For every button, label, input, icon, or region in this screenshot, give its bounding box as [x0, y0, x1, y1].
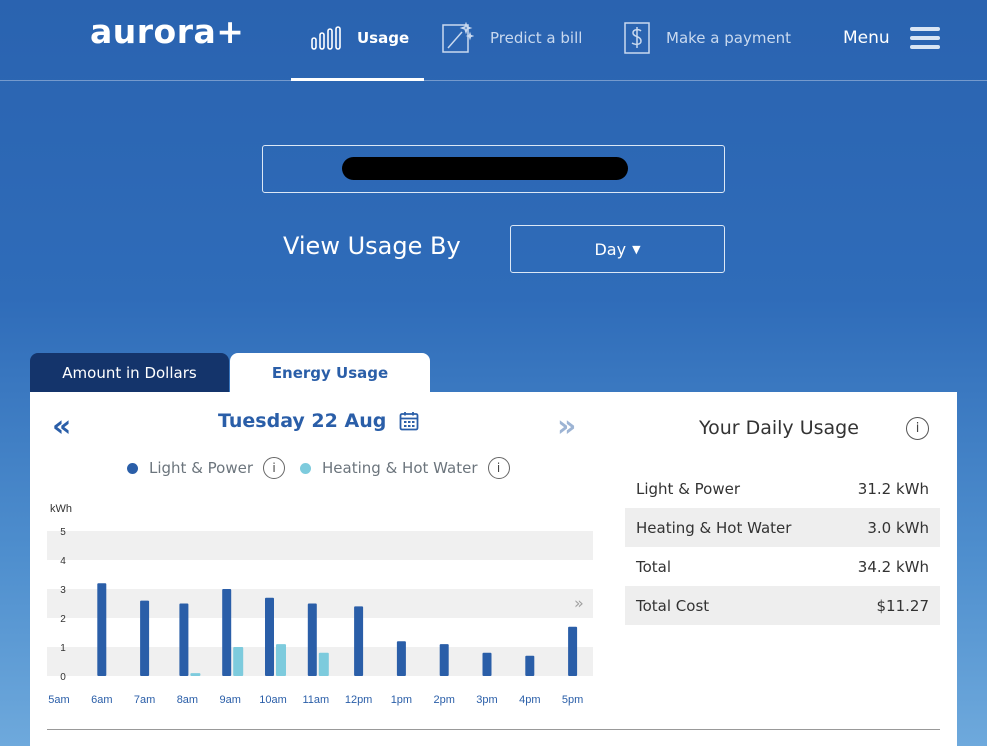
- bar-light-power: [97, 583, 107, 676]
- usage-row-light-power: Light & Power 31.2 kWh: [625, 469, 940, 508]
- period-select[interactable]: Day ▼: [510, 225, 725, 273]
- bar-light-power: [307, 603, 317, 676]
- bar-chart-icon: [311, 26, 341, 50]
- x-tick-label: 11am: [302, 694, 329, 706]
- x-tick-label: 9am: [219, 694, 240, 706]
- row-value: 3.0 kWh: [867, 518, 929, 537]
- chevron-down-icon: ▼: [632, 242, 641, 256]
- tab-amount-dollars[interactable]: Amount in Dollars: [30, 353, 229, 393]
- bar-heating: [276, 644, 286, 676]
- period-value: Day: [594, 239, 627, 259]
- row-label: Total Cost: [636, 596, 710, 615]
- nav-active-indicator: [291, 78, 424, 81]
- x-tick-label: 5am: [48, 694, 69, 706]
- next-day-icon[interactable]: »: [557, 409, 576, 444]
- account-field[interactable]: [262, 145, 725, 193]
- light-power-dot: [127, 462, 138, 474]
- bar-heating: [190, 673, 201, 676]
- x-tick-label: 3pm: [476, 694, 497, 706]
- nav-usage-label: Usage: [357, 29, 410, 47]
- daily-usage-title: Your Daily Usage: [699, 417, 859, 439]
- panel-divider: [47, 729, 940, 730]
- bar-light-power: [354, 606, 364, 676]
- nav-payment-label: Make a payment: [666, 29, 792, 47]
- calendar-icon[interactable]: [399, 411, 419, 431]
- bar-light-power: [439, 644, 449, 676]
- nav-make-payment[interactable]: Make a payment: [624, 18, 791, 58]
- redacted-account: [342, 157, 628, 180]
- y-tick-label: 4: [60, 556, 66, 567]
- dollar-document-icon: [624, 22, 650, 54]
- date-display: Tuesday 22 Aug: [218, 410, 419, 432]
- usage-row-total: Total 34.2 kWh: [625, 547, 940, 586]
- bar-light-power: [222, 589, 232, 676]
- bar-heating: [318, 652, 329, 676]
- heating-dot: [300, 462, 312, 474]
- y-tick-label: 2: [60, 614, 66, 625]
- legend-light-power: Light & Power: [149, 459, 254, 477]
- bar-light-power: [396, 641, 406, 676]
- light-power-info-icon[interactable]: i: [263, 457, 286, 479]
- y-tick-label: 1: [60, 643, 66, 654]
- bar-light-power: [265, 597, 274, 676]
- aurora-logo[interactable]: aurora+: [90, 12, 244, 51]
- y-tick-label: 0: [60, 672, 66, 683]
- tab-energy-usage[interactable]: Energy Usage: [230, 353, 430, 393]
- usage-bar-chart: kWh 0 1 2 3 4 5 » 5am 6am 7am 8am 9am 10am 11am 12pm 1pm…: [47, 503, 593, 706]
- row-label: Total: [636, 557, 672, 576]
- daily-usage-table: Light & Power 31.2 kWh Heating & Hot Wat…: [625, 469, 940, 625]
- bar-light-power: [482, 652, 492, 676]
- view-usage-label: View Usage By: [283, 232, 461, 260]
- nav-predict-bill[interactable]: Predict a bill: [442, 18, 582, 58]
- y-tick-label: 3: [60, 585, 66, 596]
- nav-predict-label: Predict a bill: [490, 29, 583, 47]
- nav-usage[interactable]: Usage: [311, 18, 409, 58]
- usage-row-heating: Heating & Hot Water 3.0 kWh: [625, 508, 940, 547]
- date-label: Tuesday 22 Aug: [218, 410, 387, 432]
- chart-scroll-icon: »: [574, 594, 584, 613]
- daily-usage-info-icon[interactable]: i: [906, 417, 929, 440]
- x-tick-label: 8am: [177, 694, 198, 706]
- y-tick-label: 5: [60, 527, 66, 538]
- x-tick-label: 7am: [134, 694, 155, 706]
- menu-label: Menu: [843, 28, 890, 48]
- magic-wand-icon: [442, 22, 474, 53]
- x-tick-label: 12pm: [345, 694, 373, 706]
- x-tick-label: 1pm: [391, 694, 412, 706]
- bar-light-power: [179, 603, 189, 676]
- top-nav: aurora+ Usage Predict a bill Make a paym…: [0, 0, 987, 81]
- bar-heating: [233, 647, 244, 676]
- menu-button[interactable]: Menu: [843, 22, 940, 54]
- row-value: 34.2 kWh: [857, 557, 929, 576]
- row-label: Light & Power: [636, 479, 741, 498]
- grid-band: [47, 531, 593, 560]
- row-value: 31.2 kWh: [857, 479, 929, 498]
- previous-day-icon[interactable]: «: [52, 409, 71, 444]
- x-tick-label: 10am: [259, 694, 287, 706]
- chart-legend: Light & Power i Heating & Hot Water i: [127, 457, 510, 479]
- row-label: Heating & Hot Water: [636, 518, 792, 537]
- grid-band: [47, 589, 593, 618]
- x-tick-label: 2pm: [433, 694, 454, 706]
- legend-heating: Heating & Hot Water: [322, 459, 478, 477]
- bar-light-power: [525, 655, 535, 676]
- x-tick-label: 6am: [91, 694, 112, 706]
- x-tick-label: 5pm: [562, 694, 583, 706]
- usage-panel: « Tuesday 22 Aug » Light & Power i Heati…: [30, 392, 957, 746]
- hamburger-icon: [909, 22, 940, 54]
- bar-light-power: [568, 626, 578, 676]
- x-tick-label: 4pm: [519, 694, 540, 706]
- row-value: $11.27: [876, 596, 930, 615]
- heating-info-icon[interactable]: i: [487, 457, 510, 479]
- bar-light-power: [140, 600, 150, 676]
- y-axis-label: kWh: [50, 503, 72, 515]
- usage-row-total-cost: Total Cost $11.27: [625, 586, 940, 625]
